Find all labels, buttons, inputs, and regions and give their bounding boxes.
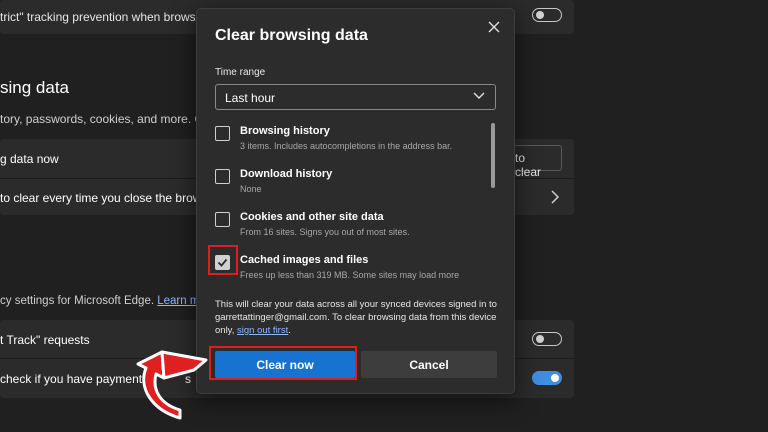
info-end: . [288,325,291,336]
cached-images-checkbox[interactable] [215,255,230,270]
dnt-toggle[interactable] [532,332,562,346]
section-desc: tory, passwords, cookies, and more. Only [0,112,220,126]
cancel-button[interactable]: Cancel [361,351,497,378]
dnt-row-label: t Track" requests [0,333,90,347]
tracking-row-text: trict" tracking prevention when browsi [0,10,199,24]
option-title: Download history [240,168,333,180]
privacy-text-row: cy settings for Microsoft Edge. Learn mo [0,295,206,307]
cookies-checkbox[interactable] [215,212,230,227]
dialog-title: Clear browsing data [215,27,368,44]
time-range-value: Last hour [225,91,276,105]
choose-what-to-clear-button[interactable]: to clear [512,145,562,179]
checkmark-icon [217,258,228,267]
option-desc: None [240,184,262,194]
time-range-select[interactable]: Last hour [215,84,496,110]
sync-info-text: This will clear your data across all you… [215,298,505,337]
clear-every-row-label: to clear every time you close the brows [0,191,208,205]
chevron-down-icon [473,92,485,99]
close-button[interactable] [483,16,505,38]
section-title: sing data [0,78,69,97]
option-title: Browsing history [240,125,330,137]
option-title: Cookies and other site data [240,211,384,223]
privacy-text: cy settings for Microsoft Edge. [0,295,155,307]
option-title: Cached images and files [240,254,369,266]
close-icon [488,21,500,33]
chevron-right-icon[interactable] [550,190,560,204]
option-desc: 3 items. Includes autocompletions in the… [240,141,453,151]
sign-out-link[interactable]: sign out first [237,325,288,336]
options-scrollbar[interactable] [491,123,495,188]
payment-row-label: check if you have payment [0,372,143,386]
option-desc: From 16 sites. Signs you out of most sit… [240,227,410,237]
clear-browsing-data-dialog: Clear browsing data Time range Last hour… [196,8,515,394]
browsing-history-checkbox[interactable] [215,126,230,141]
clear-now-row-label: g data now [0,152,59,166]
payment-toggle[interactable] [532,371,562,385]
option-desc: Frees up less than 319 MB. Some sites ma… [240,270,460,280]
clear-now-button[interactable]: Clear now [215,351,355,378]
time-range-label: Time range [215,67,266,78]
tracking-toggle[interactable] [532,8,562,22]
curved-arrow-icon [136,350,208,420]
download-history-checkbox[interactable] [215,169,230,184]
